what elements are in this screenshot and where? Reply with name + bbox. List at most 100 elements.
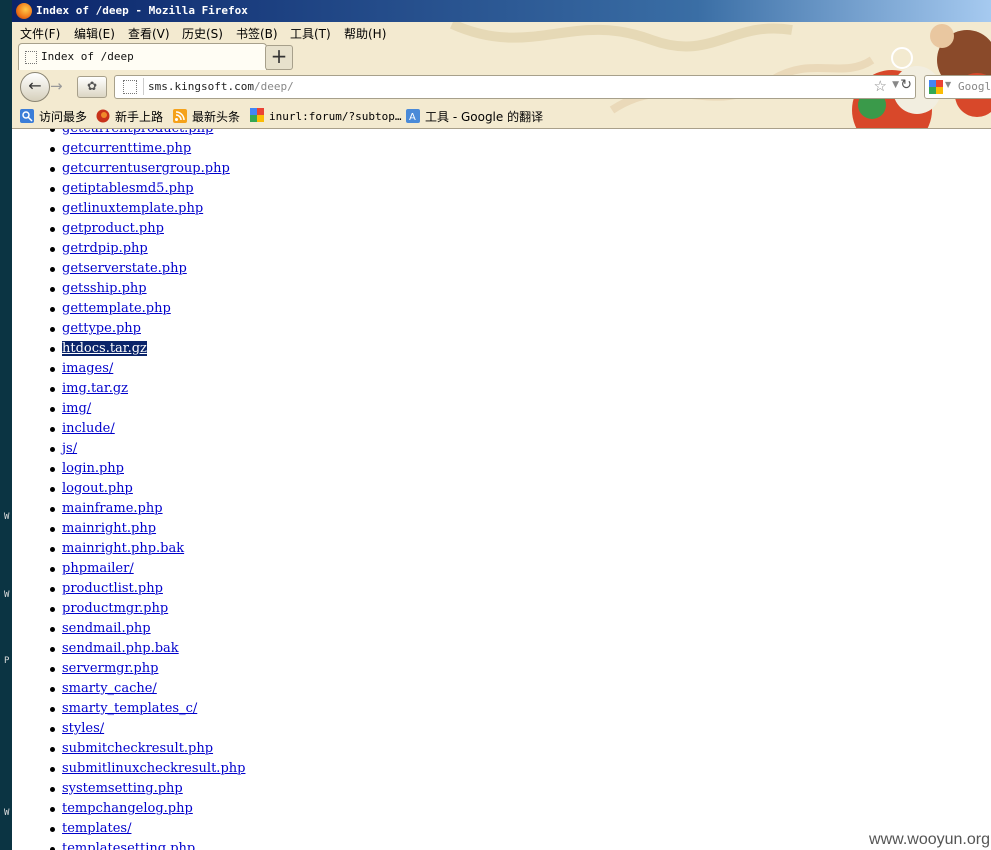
bookmark-google-translate[interactable]: A 工具 - Google 的翻译	[406, 108, 543, 125]
new-tab-button[interactable]: +	[265, 45, 293, 70]
forward-button[interactable]: →	[50, 77, 63, 95]
url-dropdown-icon[interactable]: ▼	[892, 80, 899, 90]
file-link[interactable]: getrdpip.php	[62, 241, 148, 256]
file-link[interactable]: sendmail.php	[62, 621, 151, 636]
file-link[interactable]: smarty_templates_c/	[62, 701, 197, 716]
file-link[interactable]: gettype.php	[62, 321, 141, 336]
file-link[interactable]: getlinuxtemplate.php	[62, 201, 203, 216]
menu-edit[interactable]: 编辑(E)	[74, 25, 115, 42]
file-link[interactable]: tempchangelog.php	[62, 801, 193, 816]
menu-tools[interactable]: 工具(T)	[290, 25, 331, 42]
rss-icon	[173, 109, 187, 123]
list-item: tempchangelog.php	[49, 799, 245, 819]
file-link[interactable]: mainright.php	[62, 521, 156, 536]
list-item: js/	[49, 439, 245, 459]
list-item: getcurrenttime.php	[49, 139, 245, 159]
list-item: smarty_cache/	[49, 679, 245, 699]
file-link[interactable]: gettemplate.php	[62, 301, 171, 316]
directory-listing: getcurrentproduct.php getcurrenttime.php g…	[49, 129, 245, 850]
search-input[interactable]: Googl	[958, 80, 991, 93]
file-link[interactable]: img.tar.gz	[62, 381, 128, 396]
list-item: getproduct.php	[49, 219, 245, 239]
list-item: submitcheckresult.php	[49, 739, 245, 759]
file-link[interactable]: sendmail.php.bak	[62, 641, 179, 656]
list-item: getlinuxtemplate.php	[49, 199, 245, 219]
file-link[interactable]: login.php	[62, 461, 124, 476]
list-item: templates/	[49, 819, 245, 839]
list-item: gettemplate.php	[49, 299, 245, 319]
list-item: getsship.php	[49, 279, 245, 299]
search-box[interactable]: ▼ Googl	[924, 75, 991, 99]
bookmark-label: inurl:forum/?subtop…	[269, 110, 402, 123]
file-link[interactable]: productmgr.php	[62, 601, 168, 616]
menu-view[interactable]: 查看(V)	[128, 25, 170, 42]
back-button[interactable]: ←	[20, 72, 50, 102]
url-path: /deep/	[253, 80, 294, 93]
url-bar[interactable]: sms.kingsoft.com/deep/ ☆ ▼ ↻	[114, 75, 916, 99]
file-link[interactable]: include/	[62, 421, 115, 436]
list-item: sendmail.php.bak	[49, 639, 245, 659]
menu-bookmarks[interactable]: 书签(B)	[236, 25, 278, 42]
file-link[interactable]: logout.php	[62, 481, 133, 496]
watermark: www.wooyun.org	[869, 831, 990, 848]
file-link[interactable]: getserverstate.php	[62, 261, 187, 276]
menu-file[interactable]: 文件(F)	[20, 25, 60, 42]
tab-index-of-deep[interactable]: Index of /deep	[18, 43, 267, 70]
bookmark-label: 访问最多	[39, 110, 88, 124]
file-link[interactable]: systemsetting.php	[62, 781, 183, 796]
file-link[interactable]: mainright.php.bak	[62, 541, 184, 556]
file-link[interactable]: getcurrentproduct.php	[62, 129, 213, 136]
bookmark-inurl-forum[interactable]: inurl:forum/?subtop…	[250, 108, 401, 123]
list-item: getserverstate.php	[49, 259, 245, 279]
strip-letter: P	[4, 656, 10, 666]
title-bar: Index of /deep - Mozilla Firefox	[12, 0, 991, 22]
reload-icon[interactable]: ↻	[900, 77, 912, 93]
bookmark-latest-headlines[interactable]: 最新头条	[173, 108, 240, 125]
addons-button[interactable]: ✿	[77, 76, 107, 98]
file-link[interactable]: phpmailer/	[62, 561, 134, 576]
file-link[interactable]: smarty_cache/	[62, 681, 157, 696]
file-link[interactable]: submitlinuxcheckresult.php	[62, 761, 245, 776]
bookmark-star-icon[interactable]: ☆	[874, 77, 887, 95]
firefox-icon	[16, 3, 32, 19]
file-link[interactable]: productlist.php	[62, 581, 163, 596]
file-link[interactable]: templates/	[62, 821, 131, 836]
file-link[interactable]: getcurrentusergroup.php	[62, 161, 230, 176]
browser-window: Index of /deep - Mozilla Firefox 文件(F) 编…	[12, 0, 991, 850]
file-link[interactable]: getproduct.php	[62, 221, 164, 236]
file-link[interactable]: getiptablesmd5.php	[62, 181, 194, 196]
file-link[interactable]: htdocs.tar.gz	[62, 341, 147, 356]
bookmark-most-visited[interactable]: 访问最多	[20, 108, 87, 125]
list-item: include/	[49, 419, 245, 439]
file-link[interactable]: templatesetting.php	[62, 841, 195, 850]
file-link[interactable]: images/	[62, 361, 113, 376]
bookmark-getting-started[interactable]: 新手上路	[96, 108, 163, 125]
file-link[interactable]: styles/	[62, 721, 104, 736]
file-link[interactable]: img/	[62, 401, 91, 416]
list-item: img/	[49, 399, 245, 419]
page-icon	[25, 51, 37, 64]
list-item: htdocs.tar.gz	[49, 339, 245, 359]
list-item: getcurrentusergroup.php	[49, 159, 245, 179]
file-link[interactable]: js/	[62, 441, 77, 456]
search-engine-dropdown-icon[interactable]: ▼	[945, 80, 951, 89]
list-item: styles/	[49, 719, 245, 739]
list-item: login.php	[49, 459, 245, 479]
firefox-bookmark-icon	[96, 109, 110, 123]
file-link[interactable]: getsship.php	[62, 281, 147, 296]
file-link[interactable]: servermgr.php	[62, 661, 158, 676]
list-item: getiptablesmd5.php	[49, 179, 245, 199]
navigation-toolbar: ← → ✿ sms.kingsoft.com/deep/ ☆ ▼ ↻ ▼ Goo…	[12, 70, 991, 103]
list-item: logout.php	[49, 479, 245, 499]
menu-history[interactable]: 历史(S)	[182, 25, 223, 42]
file-link[interactable]: submitcheckresult.php	[62, 741, 213, 756]
google-icon	[250, 108, 264, 122]
bookmarks-toolbar: 访问最多 新手上路 最新头条 inurl:forum/?subtop… A 工具 …	[12, 104, 991, 128]
menu-help[interactable]: 帮助(H)	[344, 25, 386, 42]
list-item: systemsetting.php	[49, 779, 245, 799]
browser-chrome: Index of /deep - Mozilla Firefox 文件(F) 编…	[12, 0, 991, 129]
url-text[interactable]: sms.kingsoft.com/deep/	[148, 80, 294, 93]
site-identity-icon[interactable]	[123, 80, 137, 94]
file-link[interactable]: mainframe.php	[62, 501, 163, 516]
file-link[interactable]: getcurrenttime.php	[62, 141, 191, 156]
